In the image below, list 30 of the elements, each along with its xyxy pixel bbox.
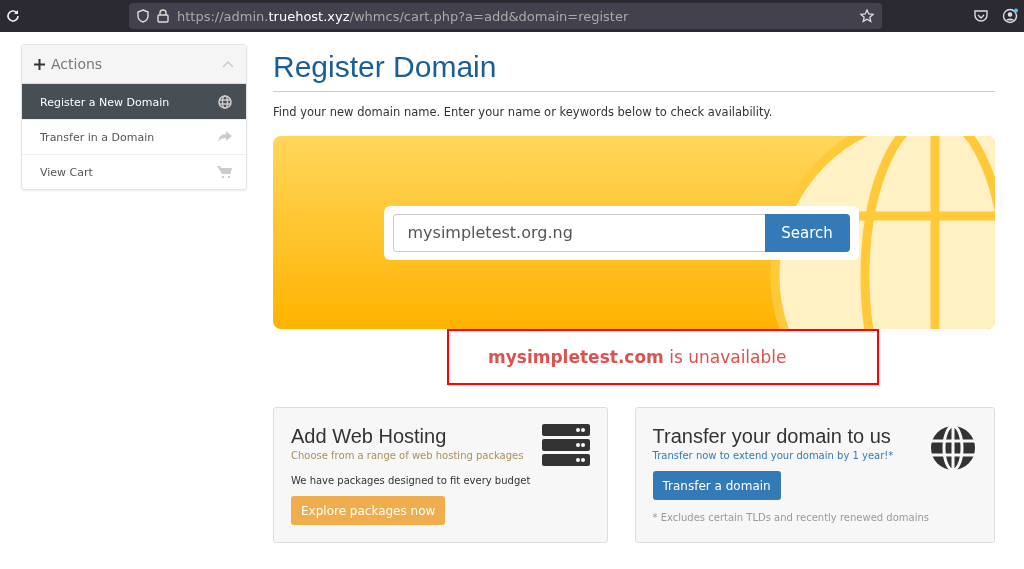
page-title: Register Domain (273, 48, 995, 92)
card-text: We have packages designed to fit every budget (291, 475, 531, 486)
plus-icon (34, 58, 45, 70)
cart-icon (217, 165, 232, 179)
transfer-button[interactable]: Transfer a domain (652, 471, 781, 500)
intro-text: Find your new domain name. Enter your name or keywords below to check availability. (273, 105, 774, 119)
pocket-icon[interactable] (974, 9, 988, 23)
globe-icon (929, 424, 977, 472)
account-icon[interactable] (1002, 8, 1018, 24)
url-text: https://admin.truehost.xyz/whmcs/cart.php?a=add&domain=register (177, 8, 630, 24)
card-title: Add Web Hosting (291, 424, 447, 448)
sidebar-item[interactable]: View Cart (22, 154, 246, 189)
card-subtitle: Transfer now to extend your domain by 1 year!* (652, 450, 894, 461)
address-bar[interactable]: https://admin.truehost.xyz/whmcs/cart.php?a=add&domain=register (129, 3, 882, 29)
search-button[interactable]: Search (764, 213, 850, 252)
globe-icon (218, 95, 232, 109)
sidebar-item[interactable]: Register a New Domain (22, 84, 246, 119)
card-subtitle: Choose from a range of web hosting packages (291, 450, 524, 461)
star-icon[interactable] (860, 9, 874, 23)
domain-input[interactable]: mysimpletest.org.ng (392, 213, 765, 252)
panel-title: Actions (51, 56, 104, 72)
server-icon (541, 424, 590, 466)
arrow-icon (218, 131, 232, 143)
card-title: Transfer your domain to us (652, 424, 891, 448)
sidebar-item[interactable]: Transfer in a Domain (22, 119, 246, 154)
footnote-text: * Excludes certain TLDs and recently renewed domains (652, 512, 929, 523)
shield-icon (137, 9, 149, 23)
reload-icon[interactable] (6, 9, 20, 23)
availability-message: mysimpletest.com is unavailable (488, 347, 787, 367)
lock-icon (157, 9, 169, 23)
